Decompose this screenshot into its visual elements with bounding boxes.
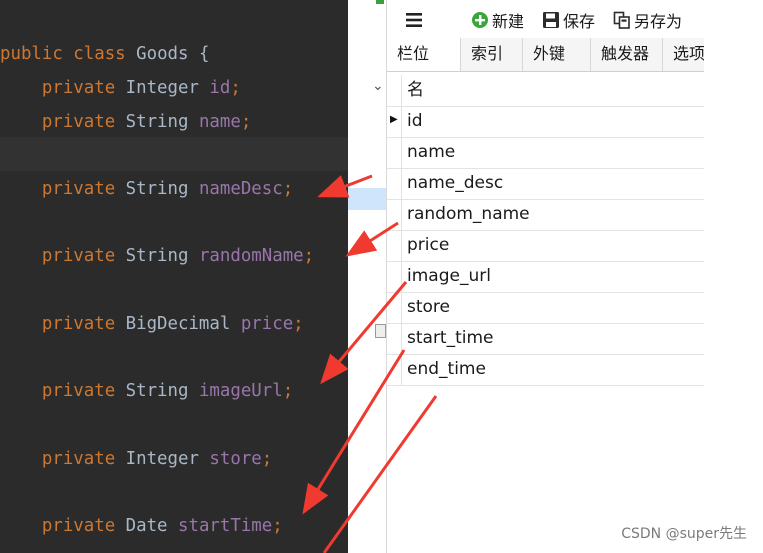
watermark: CSDN @super先生 [621,526,747,542]
arrow-random-name [345,221,399,257]
arrow-start-time [302,349,406,515]
arrow-end-time [322,395,438,553]
annotation-arrows [302,174,438,553]
arrow-name-desc [317,174,373,198]
